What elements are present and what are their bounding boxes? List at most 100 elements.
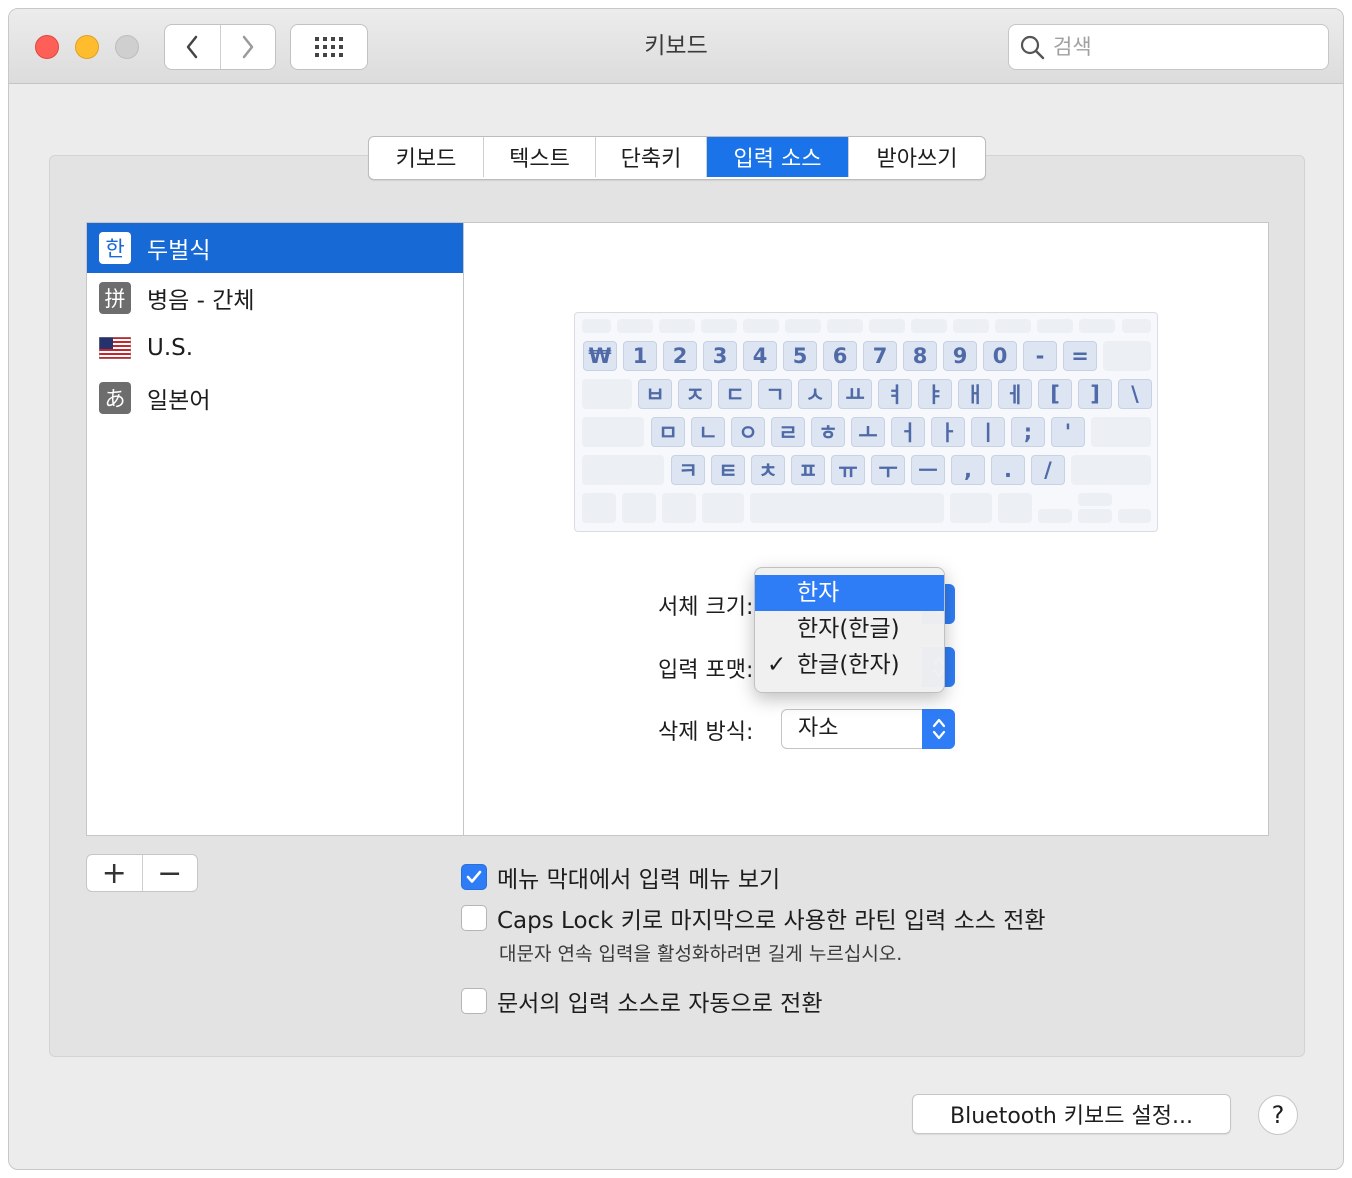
keyboard-preferences-window: 키보드 키보드 텍스트 단축키 입력 소스 받아쓰기 한 두벌식 拼 병음 - … [8,8,1344,1170]
delete-method-label: 삭제 방식: [658,720,754,745]
option-key [998,493,1032,523]
keyboard-key: ㅐ [958,379,992,409]
list-item-japanese[interactable]: あ 일본어 [87,373,463,423]
show-all-button[interactable] [290,24,368,70]
delete-key [1103,341,1151,371]
up-down-chevron-icon [932,718,945,740]
keyboard-key: ㅇ [731,417,765,447]
keyboard-key: , [951,455,985,485]
tab-bar: 키보드 텍스트 단축키 입력 소스 받아쓰기 [368,136,986,180]
function-key [785,319,821,333]
keyboard-key: 8 [903,341,937,371]
keyboard-key: ' [1051,417,1085,447]
checkmark-icon [466,870,482,883]
keyboard-key: ㅜ [871,455,905,485]
keyboard-key: ㅗ [851,417,885,447]
keyboard-key: ㅁ [651,417,685,447]
arrow-up-key [1078,493,1112,506]
tab-shortcuts[interactable]: 단축키 [595,137,706,177]
menu-item-label: 한자(한글) [797,616,900,642]
menu-item-hangul-hanja[interactable]: ✓ 한글(한자) [755,647,944,683]
tab-keyboard[interactable]: 키보드 [369,137,483,177]
keyboard-key: \ [1118,379,1152,409]
help-button[interactable]: ? [1258,1095,1298,1135]
close-window-button[interactable] [35,35,59,59]
add-source-button[interactable]: + [87,855,142,891]
right-shift-key [1071,455,1151,485]
auto-switch-label: 문서의 입력 소스로 자동으로 전환 [497,991,823,1017]
keyboard-key: 9 [943,341,977,371]
font-size-label: 서체 크기: [658,595,754,620]
keyboard-key: ㄴ [691,417,725,447]
keyboard-key: ㅛ [838,379,872,409]
keyboard-key: ; [1011,417,1045,447]
function-key [659,319,695,333]
space-bar [750,493,944,523]
keyboard-key: - [1023,341,1057,371]
function-key [617,319,653,333]
function-key [1079,319,1115,333]
menu-item-label: 한자 [797,580,840,606]
caps-lock-switch-row[interactable]: Caps Lock 키로 마지막으로 사용한 라틴 입력 소스 전환 [461,901,1046,935]
keyboard-key: ㅓ [891,417,925,447]
keyboard-key: ㄷ [718,379,752,409]
keyboard-layout-preview: ₩1 2 3 4 5 6 7 8 9 0- = ㅂㅈㄷㄱㅅㅛㅕㅑㅐㅔ[] \ ㅁㄴㅇㄹㅎㅗㅓㅏㅣ; ' ㅋㅌㅊ… [574,312,1158,532]
arrow-left-key [1038,509,1072,523]
auto-switch-checkbox[interactable] [461,988,487,1014]
tab-text[interactable]: 텍스트 [483,137,595,177]
minimize-window-button[interactable] [75,35,99,59]
keyboard-key: 1 [623,341,657,371]
forward-button[interactable] [219,25,276,69]
add-remove-buttons: + − [86,854,198,892]
input-format-label: 입력 포맷: [658,658,754,683]
keyboard-key: ㅂ [638,379,672,409]
list-item-us[interactable]: U.S. [87,323,463,373]
input-source-list: 한 두벌식 拼 병음 - 간체 U.S. あ 일본어 [86,222,464,836]
back-button[interactable] [165,25,220,69]
return-key [1091,417,1151,447]
zoom-window-button[interactable] [115,35,139,59]
navigation-buttons [164,24,276,70]
show-input-menu-row[interactable]: 메뉴 막대에서 입력 메뉴 보기 [461,860,780,894]
fn-key [582,493,616,523]
keyboard-key: ] [1078,379,1112,409]
function-key [995,319,1031,333]
hangul-source-icon: 한 [99,232,131,264]
keyboard-key: 4 [743,341,777,371]
menu-item-hanja-hangul[interactable]: 한자(한글) [755,611,944,647]
chevron-left-icon [187,35,198,59]
search-input[interactable] [1051,34,1305,60]
keyboard-key: . [991,455,1025,485]
keyboard-key: 6 [823,341,857,371]
list-item-2set-korean[interactable]: 한 두벌식 [87,223,463,273]
bluetooth-keyboard-setup-button[interactable]: Bluetooth 키보드 설정... [912,1094,1231,1134]
delete-method-popup[interactable]: 자소 [781,709,955,749]
keyboard-key: ㅌ [711,455,745,485]
auto-switch-row[interactable]: 문서의 입력 소스로 자동으로 전환 [461,984,822,1018]
tab-input-sources[interactable]: 입력 소스 [706,137,848,177]
keyboard-key: 0 [983,341,1017,371]
tab-dictation[interactable]: 받아쓰기 [848,137,985,177]
keyboard-key: ㅏ [931,417,965,447]
caps-lock-note: 대문자 연속 입력을 활성화하려면 길게 누르십시오. [499,943,903,965]
list-item-pinyin-simplified[interactable]: 拼 병음 - 간체 [87,273,463,323]
keyboard-key: [ [1038,379,1072,409]
title-bar: 키보드 [9,9,1343,84]
caps-lock-switch-checkbox[interactable] [461,905,487,931]
keyboard-key: ㅑ [918,379,952,409]
delete-method-stepper[interactable] [922,709,955,749]
keyboard-key: ₩ [583,341,617,371]
keyboard-key: 5 [783,341,817,371]
keyboard-key: ㅣ [971,417,1005,447]
menu-item-hanja[interactable]: 한자 [755,575,944,611]
checkmark-icon: ✓ [767,652,787,678]
function-key [911,319,947,333]
remove-source-button[interactable]: − [141,855,198,891]
search-field[interactable] [1008,24,1329,70]
caps-lock-switch-label: Caps Lock 키로 마지막으로 사용한 라틴 입력 소스 전환 [497,908,1046,934]
function-key [869,319,905,333]
keyboard-key: 3 [703,341,737,371]
control-key [622,493,656,523]
input-format-menu: 한자 한자(한글) ✓ 한글(한자) [754,567,945,693]
show-input-menu-checkbox[interactable] [461,864,487,890]
